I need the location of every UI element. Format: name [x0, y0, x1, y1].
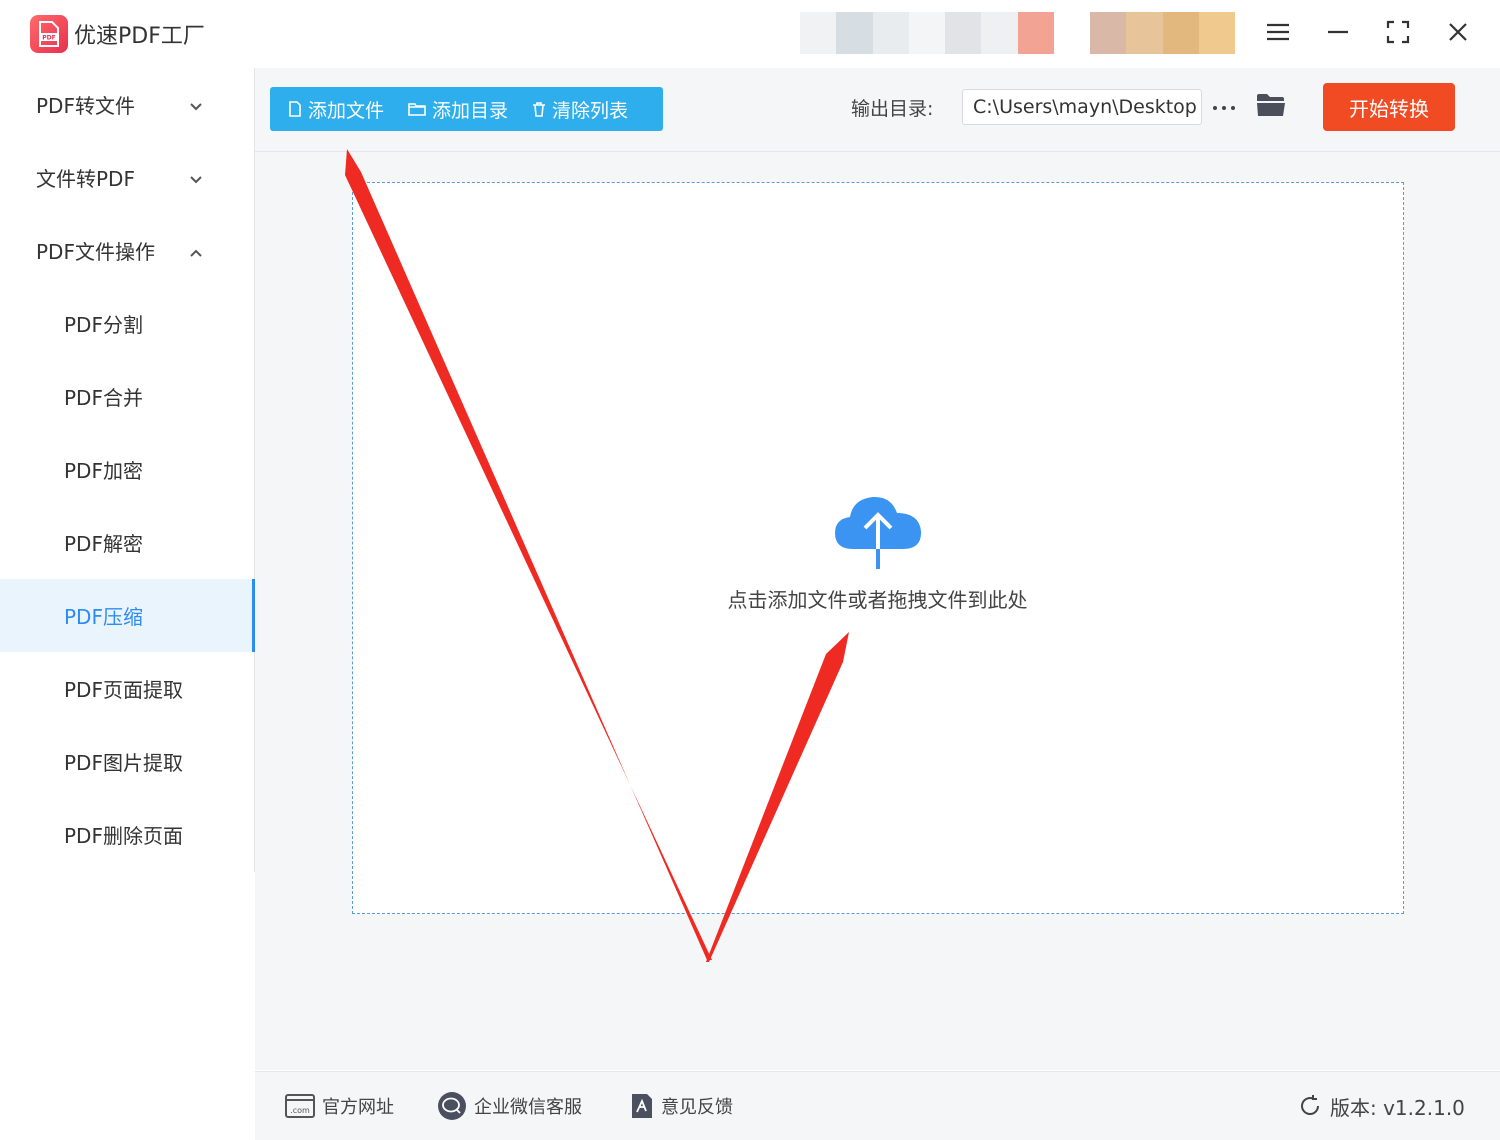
feedback-icon	[632, 1094, 652, 1118]
sidebar-group-label: 文件转PDF	[36, 167, 135, 191]
blurred-account-area	[800, 12, 1235, 54]
open-folder-button[interactable]	[1256, 92, 1286, 120]
feedback-link[interactable]: 意见反馈	[630, 1090, 733, 1122]
sidebar-group-pdf-operations[interactable]: PDF文件操作	[0, 214, 255, 287]
sidebar-item-pdf-merge[interactable]: PDF合并	[0, 360, 255, 433]
wechat-icon	[438, 1092, 466, 1120]
menu-button[interactable]	[1258, 14, 1298, 50]
output-dir-input[interactable]: C:\Users\mayn\Desktop	[962, 89, 1202, 125]
add-folder-label: 添加目录	[432, 99, 509, 122]
ellipsis-icon	[1213, 106, 1217, 110]
svg-text:.com: .com	[290, 1106, 310, 1115]
website-link[interactable]: .com 官方网址	[285, 1090, 394, 1122]
sidebar-group-file-to-pdf[interactable]: 文件转PDF	[0, 141, 255, 214]
output-dir-label: 输出目录:	[851, 98, 934, 120]
ellipsis-icon	[1222, 106, 1226, 110]
sidebar-item-pdf-decrypt[interactable]: PDF解密	[0, 506, 255, 579]
chevron-down-icon	[190, 103, 202, 111]
sidebar-item-pdf-split[interactable]: PDF分割	[0, 287, 255, 360]
sidebar-item-label: PDF加密	[64, 459, 143, 483]
sidebar-item-pdf-compress[interactable]: PDF压缩	[0, 579, 255, 652]
version-info: 版本: v1.2.1.0	[1298, 1090, 1465, 1122]
minimize-button[interactable]	[1318, 14, 1358, 50]
sidebar-item-pdf-encrypt[interactable]: PDF加密	[0, 433, 255, 506]
clear-list-label: 清除列表	[552, 99, 629, 122]
website-icon: .com	[285, 1094, 315, 1118]
wechat-support-label: 企业微信客服	[474, 1097, 582, 1118]
refresh-icon	[1301, 1095, 1319, 1115]
hamburger-icon	[1267, 23, 1289, 41]
sidebar-item-label: PDF分割	[64, 313, 143, 337]
drop-zone-hint: 点击添加文件或者拖拽文件到此处	[727, 588, 1028, 612]
browse-more-button[interactable]	[1212, 92, 1238, 122]
sidebar-item-label: PDF压缩	[64, 605, 143, 629]
maximize-icon	[1386, 20, 1410, 44]
trash-icon	[533, 102, 546, 117]
version-label: 版本: v1.2.1.0	[1330, 1095, 1465, 1120]
wechat-support-link[interactable]: 企业微信客服	[437, 1090, 582, 1122]
website-label: 官方网址	[322, 1097, 394, 1118]
chevron-down-icon	[190, 176, 202, 184]
sidebar-group-label: PDF文件操作	[36, 240, 155, 264]
sidebar-item-label: PDF图片提取	[64, 751, 183, 775]
add-file-button[interactable]: 添加文件	[288, 87, 384, 131]
close-icon	[1449, 23, 1467, 41]
folder-open-icon	[1257, 94, 1285, 116]
cloud-upload-icon	[833, 493, 923, 571]
sidebar-item-pdf-delete-pages[interactable]: PDF删除页面	[0, 798, 255, 871]
file-icon	[289, 101, 301, 117]
start-convert-button[interactable]: 开始转换	[1323, 83, 1455, 131]
folder-icon	[408, 103, 426, 116]
add-folder-button[interactable]: 添加目录	[408, 87, 508, 131]
close-button[interactable]	[1438, 14, 1478, 50]
sidebar-item-pdf-page-extract[interactable]: PDF页面提取	[0, 652, 255, 725]
add-file-label: 添加文件	[308, 99, 385, 122]
app-title: 优速PDF工厂	[74, 24, 205, 49]
sidebar-item-label: PDF删除页面	[64, 824, 183, 848]
sidebar-item-label: PDF页面提取	[64, 678, 183, 702]
svg-text:PDF: PDF	[42, 35, 55, 42]
sidebar-group-label: PDF转文件	[36, 94, 135, 118]
feedback-label: 意见反馈	[661, 1097, 733, 1118]
app-logo: PDF	[30, 15, 68, 53]
sidebar-item-label: PDF解密	[64, 532, 143, 556]
maximize-button[interactable]	[1378, 14, 1418, 50]
ellipsis-icon	[1231, 106, 1235, 110]
pdf-file-icon: PDF	[39, 21, 59, 47]
sidebar-item-pdf-image-extract[interactable]: PDF图片提取	[0, 725, 255, 798]
sidebar-group-pdf-to-file[interactable]: PDF转文件	[0, 68, 255, 141]
chevron-up-icon	[190, 249, 202, 257]
file-actions-group: 添加文件 添加目录 清除列表	[270, 87, 663, 131]
sidebar-item-label: PDF合并	[64, 386, 143, 410]
minimize-icon	[1328, 30, 1348, 34]
clear-list-button[interactable]: 清除列表	[532, 87, 628, 131]
